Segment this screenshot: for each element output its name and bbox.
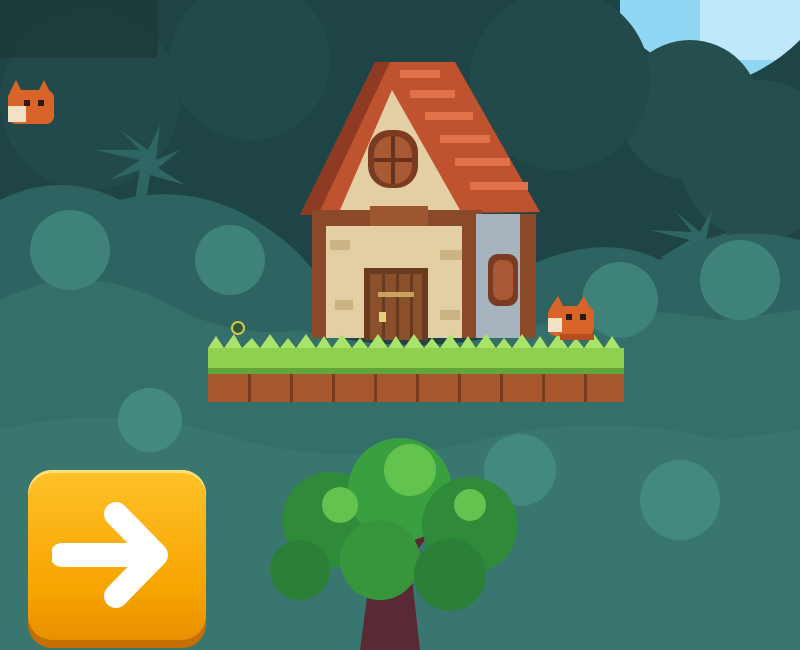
fox-head-icon [8, 80, 54, 124]
gem-pickup [231, 321, 245, 335]
grass-platform [208, 334, 624, 402]
game-stage [0, 0, 800, 650]
lives-indicator [4, 76, 60, 132]
arrow-right-icon [52, 502, 168, 608]
hud-panel [0, 0, 158, 58]
next-arrow-button[interactable] [28, 470, 206, 640]
